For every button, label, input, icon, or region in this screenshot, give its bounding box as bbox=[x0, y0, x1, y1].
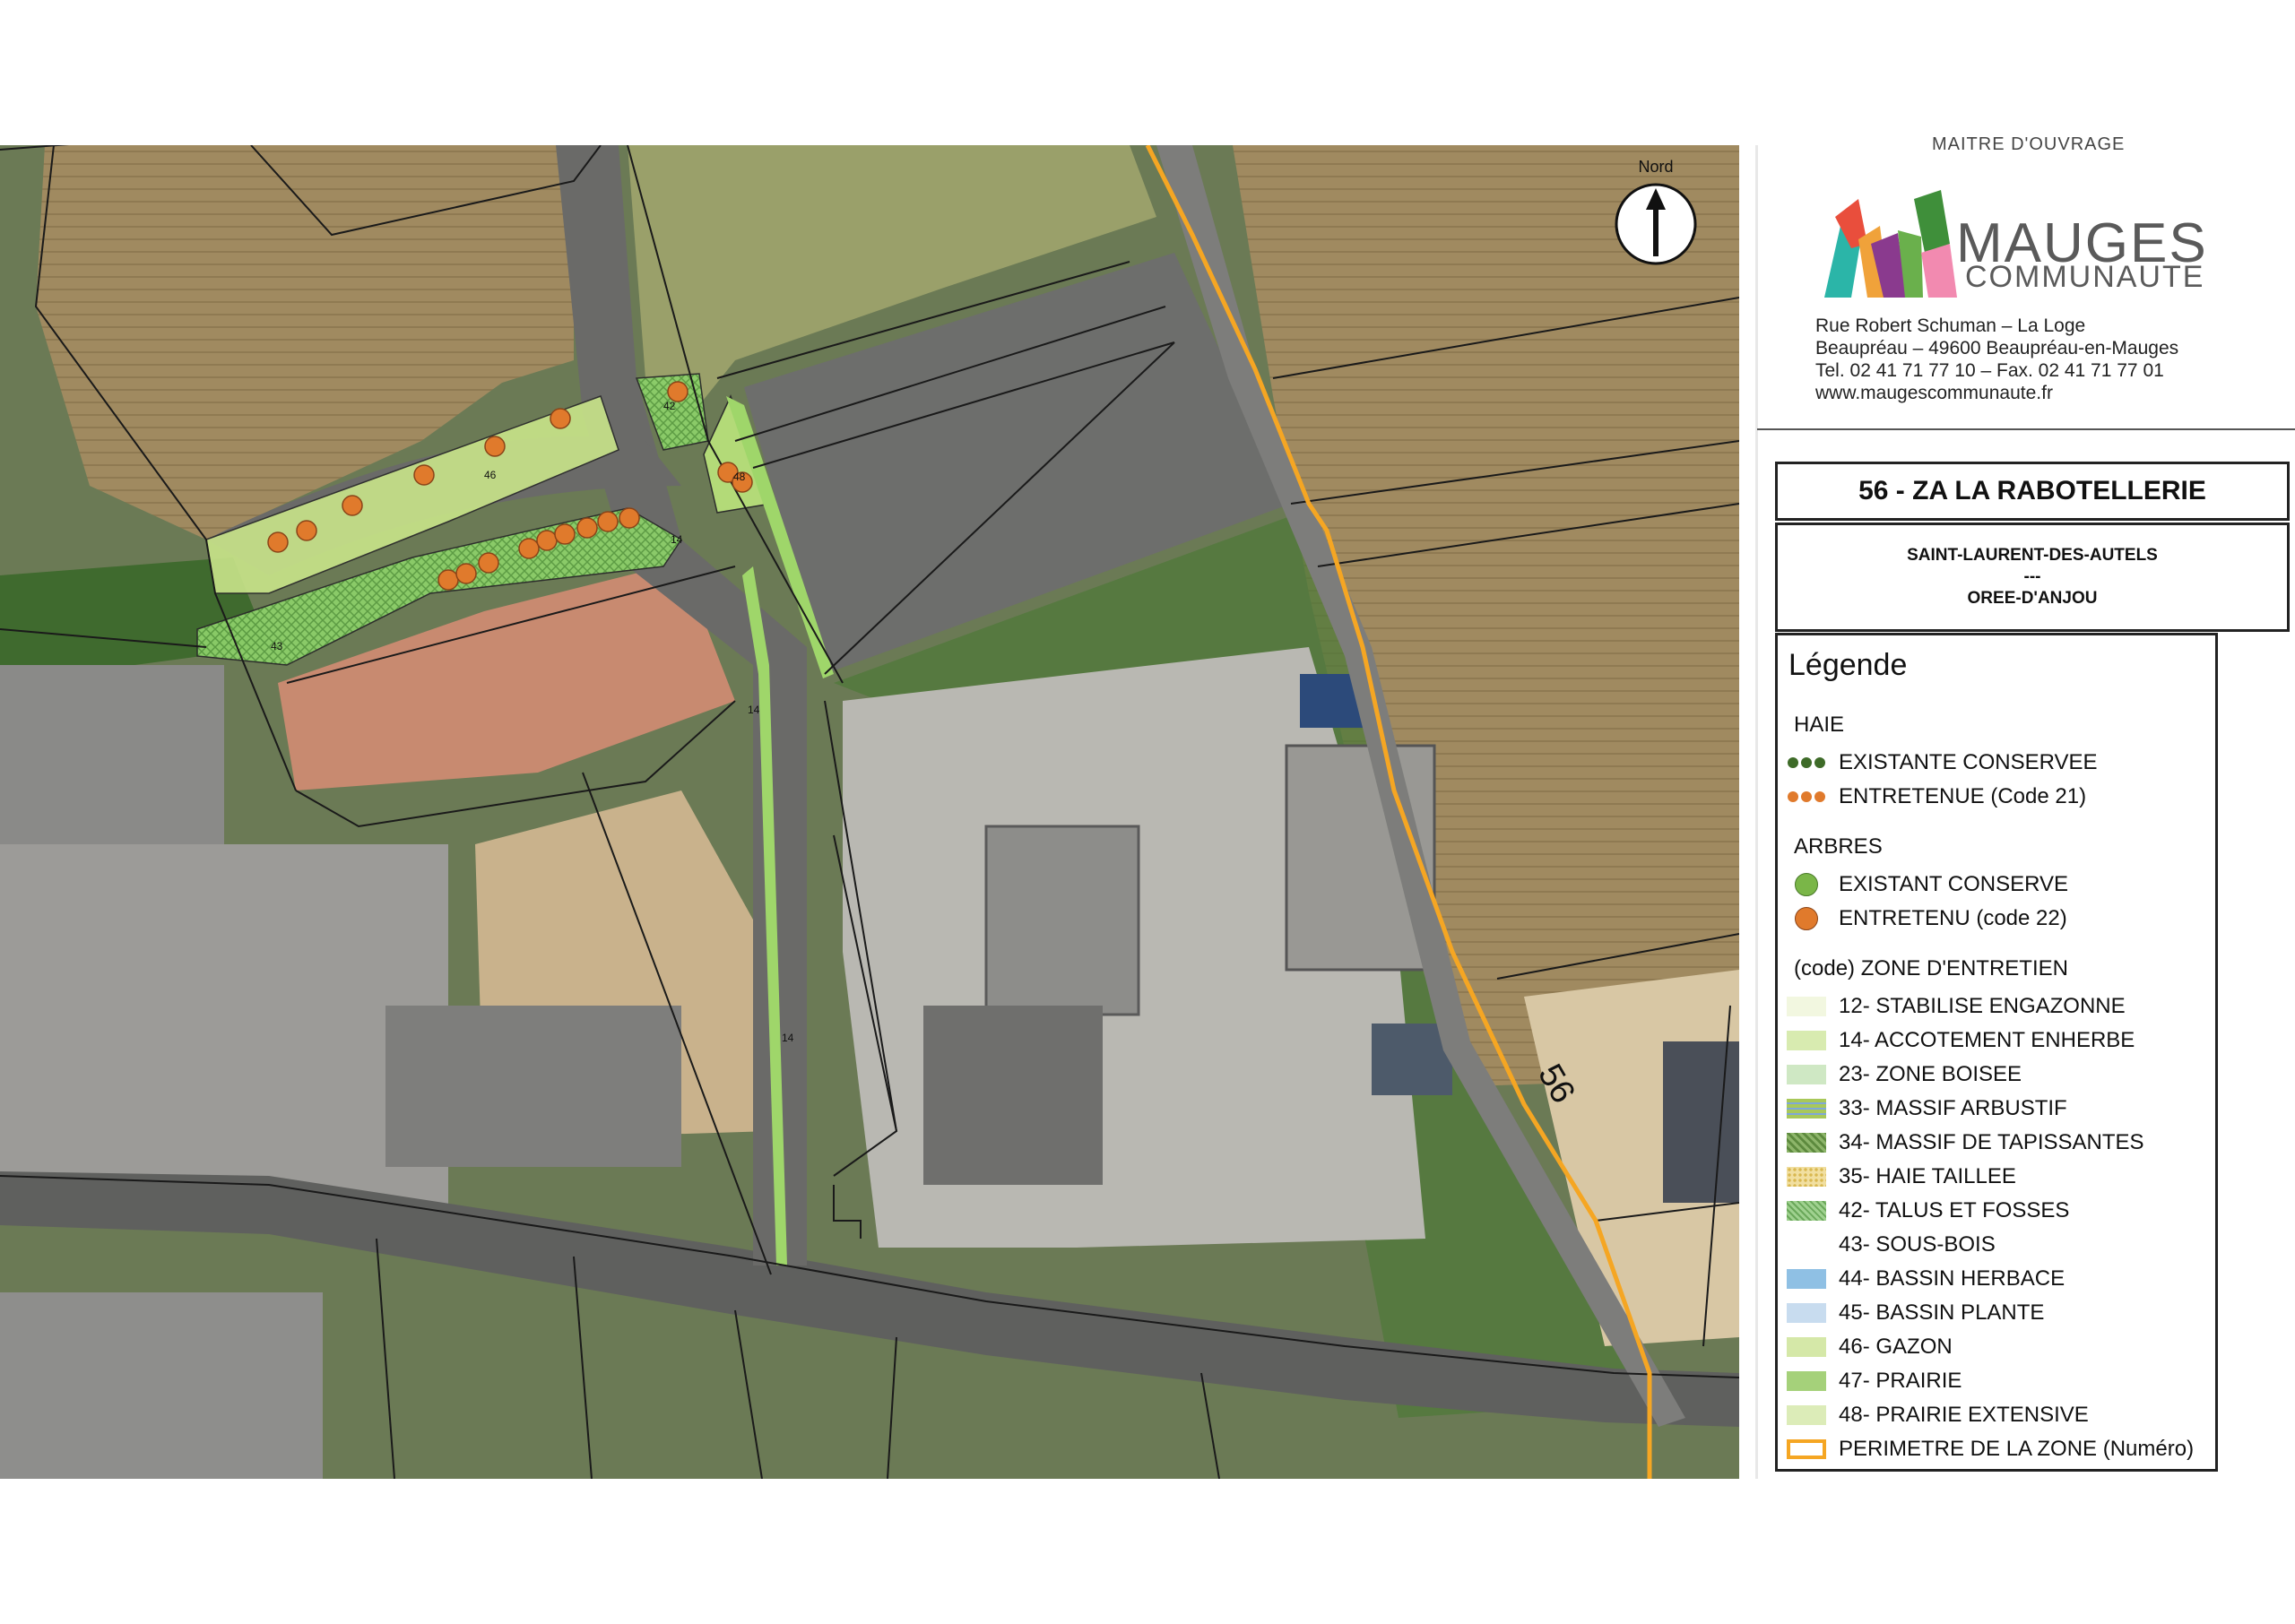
legend-item: 14- ACCOTEMENT ENHERBE bbox=[1787, 1026, 2135, 1055]
legend-section-arbres: ARBRES bbox=[1794, 834, 1883, 859]
zone-42-swatch-icon bbox=[1787, 1201, 1826, 1221]
commune-label: SAINT-LAURENT-DES-AUTELS bbox=[1907, 546, 2158, 565]
parcel-label: 14 bbox=[671, 533, 683, 546]
legend-item: 48- PRAIRIE EXTENSIVE bbox=[1787, 1401, 2089, 1430]
tree-existing-icon bbox=[1787, 873, 1826, 896]
tree-maintained-icon bbox=[1787, 907, 1826, 930]
address-line: Beaupréau – 49600 Beaupréau-en-Mauges bbox=[1815, 338, 2179, 358]
mauges-logo-icon bbox=[1824, 190, 1957, 298]
legend-title: Légende bbox=[1788, 648, 1908, 682]
legend-box: Légende HAIE EXISTANTE CONSERVEE ENTRETE… bbox=[1775, 633, 2218, 1472]
legend-item: 35- HAIE TAILLEE bbox=[1787, 1162, 2016, 1191]
legend-item: 23- ZONE BOISEE bbox=[1787, 1060, 2022, 1089]
legend-item: ENTRETENUE (Code 21) bbox=[1787, 782, 2086, 811]
brand-subname: COMMUNAUTE bbox=[1965, 260, 2205, 294]
zone-14-swatch-icon bbox=[1787, 1031, 1826, 1050]
header-separator bbox=[1757, 428, 2295, 430]
parcel-label: 48 bbox=[733, 471, 746, 483]
hedge-existing-icon bbox=[1787, 753, 1826, 773]
zone-43-swatch-icon bbox=[1787, 1235, 1826, 1255]
zone-48-swatch-icon bbox=[1787, 1405, 1826, 1425]
zone-44-swatch-icon bbox=[1787, 1269, 1826, 1289]
zone-47-swatch-icon bbox=[1787, 1371, 1826, 1391]
commune-separator: --- bbox=[2023, 567, 2041, 586]
website-link[interactable]: www.maugescommunaute.fr bbox=[1815, 383, 2053, 404]
building-central-south bbox=[923, 1006, 1103, 1185]
parcel-label: 14 bbox=[748, 704, 760, 716]
legend-item: 44- BASSIN HERBACE bbox=[1787, 1265, 2065, 1293]
zone-46-swatch-icon bbox=[1787, 1337, 1826, 1357]
parcel-label: 14 bbox=[782, 1032, 794, 1044]
parcel-label: 46 bbox=[484, 469, 497, 481]
zone-45-swatch-icon bbox=[1787, 1303, 1826, 1323]
legend-item: 47- PRAIRIE bbox=[1787, 1367, 1962, 1395]
zone-33-swatch-icon bbox=[1787, 1099, 1826, 1119]
building-far-east bbox=[1663, 1041, 1739, 1203]
maitre-ouvrage-label: MAITRE D'OUVRAGE bbox=[1932, 134, 2126, 154]
building-south-west bbox=[0, 1292, 323, 1479]
zone-12-swatch-icon bbox=[1787, 997, 1826, 1016]
legend-item: EXISTANT CONSERVE bbox=[1787, 870, 2068, 899]
building-central-warehouse bbox=[984, 825, 1140, 1016]
legend-item: 45- BASSIN PLANTE bbox=[1787, 1299, 2044, 1327]
zone-34-swatch-icon bbox=[1787, 1133, 1826, 1153]
svg-text:Nord: Nord bbox=[1638, 158, 1673, 176]
zone-title: 56 - ZA LA RABOTELLERIE bbox=[1775, 462, 2290, 521]
building-west-1 bbox=[0, 665, 224, 844]
legend-item: 43- SOUS-BOIS bbox=[1787, 1231, 1996, 1259]
phone-line: Tel. 02 41 71 77 10 – Fax. 02 41 71 77 0… bbox=[1815, 360, 2164, 381]
zone-23-swatch-icon bbox=[1787, 1065, 1826, 1084]
legend-item: EXISTANTE CONSERVEE bbox=[1787, 748, 2098, 777]
legend-item: PERIMETRE DE LA ZONE (Numéro) bbox=[1787, 1435, 2194, 1464]
legend-item: 46- GAZON bbox=[1787, 1333, 1953, 1361]
hedge-maintained-icon bbox=[1787, 787, 1826, 807]
legend-item: ENTRETENU (code 22) bbox=[1787, 904, 2067, 933]
perimeter-swatch-icon bbox=[1787, 1439, 1826, 1459]
building-west-2 bbox=[0, 844, 448, 1221]
panel-divider bbox=[1755, 145, 1758, 1479]
parcel-label: 42 bbox=[663, 400, 676, 412]
legend-section-zones: (code) ZONE D'ENTRETIEN bbox=[1794, 956, 2068, 980]
legend-item: 34- MASSIF DE TAPISSANTES bbox=[1787, 1128, 2144, 1157]
legend-section-haie: HAIE bbox=[1794, 713, 1845, 737]
zone-35-swatch-icon bbox=[1787, 1167, 1826, 1187]
building-west-3 bbox=[385, 1006, 681, 1167]
legend-item: 33- MASSIF ARBUSTIF bbox=[1787, 1094, 2067, 1123]
commune-new-label: OREE-D'ANJOU bbox=[1967, 589, 2098, 608]
address-line: Rue Robert Schuman – La Loge bbox=[1815, 315, 2086, 336]
location-box: SAINT-LAURENT-DES-AUTELS --- OREE-D'ANJO… bbox=[1775, 523, 2290, 632]
legend-item: 12- STABILISE ENGAZONNE bbox=[1787, 992, 2126, 1021]
parcel-label: 43 bbox=[271, 640, 283, 652]
legend-item: 42- TALUS ET FOSSES bbox=[1787, 1196, 2069, 1225]
aerial-map[interactable]: 56 46 42 48 14 43 14 14 Nord bbox=[0, 145, 1739, 1479]
